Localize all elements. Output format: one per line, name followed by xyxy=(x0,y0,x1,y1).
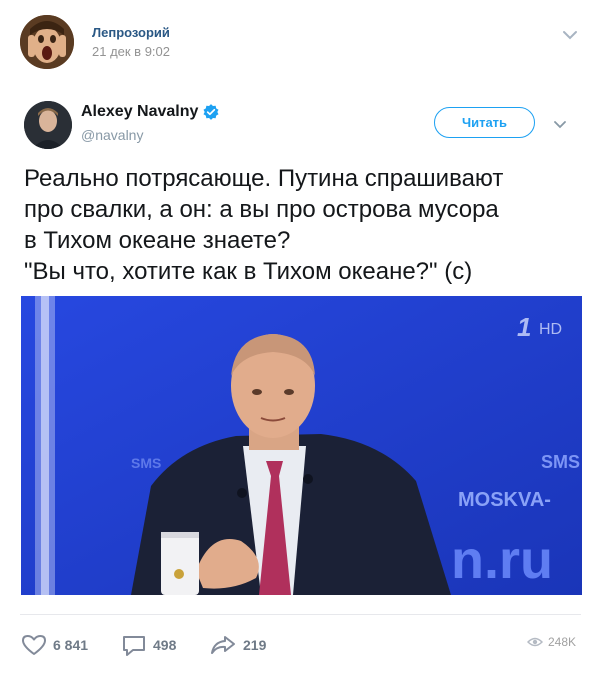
channel-logo-icon: 1 xyxy=(517,312,531,342)
tweet-menu-chevron-icon[interactable] xyxy=(552,116,568,132)
share-button[interactable]: 219 xyxy=(209,631,266,659)
comment-count: 498 xyxy=(153,637,177,653)
post-menu-chevron-icon[interactable] xyxy=(560,25,580,45)
tweet-text-line: в Тихом океане знаете? xyxy=(24,227,291,254)
verified-badge-icon xyxy=(203,104,219,120)
author-portrait-icon xyxy=(24,101,72,149)
svg-text:SMS: SMS xyxy=(131,455,161,471)
tweet-image[interactable]: SMS MOSKVA- n.ru SMS 1 HD xyxy=(21,296,582,595)
background-moskva-text: MOSKVA- xyxy=(458,489,551,511)
heart-icon xyxy=(22,635,46,655)
tweet-text: Реально потрясающе. Путина спрашивают пр… xyxy=(24,163,584,287)
follow-button[interactable]: Читать xyxy=(434,107,535,138)
like-count: 6 841 xyxy=(53,637,89,653)
tweet-author-avatar[interactable] xyxy=(24,101,72,149)
tweet-text-line: Реально потрясающе. Путина спрашивают xyxy=(24,165,504,192)
comment-button[interactable]: 498 xyxy=(121,631,176,659)
post-date-link[interactable]: 21 дек в 9:02 xyxy=(92,44,170,59)
footer-divider xyxy=(20,614,581,615)
tweet-author-name-text: Alexey Navalny xyxy=(81,103,199,120)
tweet-text-line: про свалки, а он: а вы про острова мусор… xyxy=(24,196,499,223)
share-count: 219 xyxy=(243,637,267,653)
screaming-face-avatar xyxy=(20,15,74,69)
comment-icon xyxy=(123,636,145,656)
community-name-link[interactable]: Лепрозорий xyxy=(92,25,170,40)
like-button[interactable]: 6 841 xyxy=(21,631,88,659)
view-counter: 248K xyxy=(527,635,576,649)
view-count: 248K xyxy=(548,635,577,649)
community-avatar[interactable] xyxy=(20,15,74,69)
tweet-text-line: "Вы что, хотите как в Тихом океане?" (с) xyxy=(24,258,473,285)
background-url-text: n.ru xyxy=(451,530,553,590)
hd-label: HD xyxy=(539,321,562,338)
share-arrow-icon xyxy=(211,636,235,654)
eye-icon xyxy=(527,637,543,647)
broadcast-photo: SMS MOSKVA- n.ru SMS 1 HD xyxy=(21,296,582,595)
background-sms-text: SMS xyxy=(541,452,580,472)
vk-post: Лепрозорий 21 дек в 9:02 Alexey Navalny … xyxy=(0,0,601,675)
tweet-author-name[interactable]: Alexey Navalny xyxy=(81,103,220,121)
tweet-author-handle[interactable]: @navalny xyxy=(81,127,143,143)
